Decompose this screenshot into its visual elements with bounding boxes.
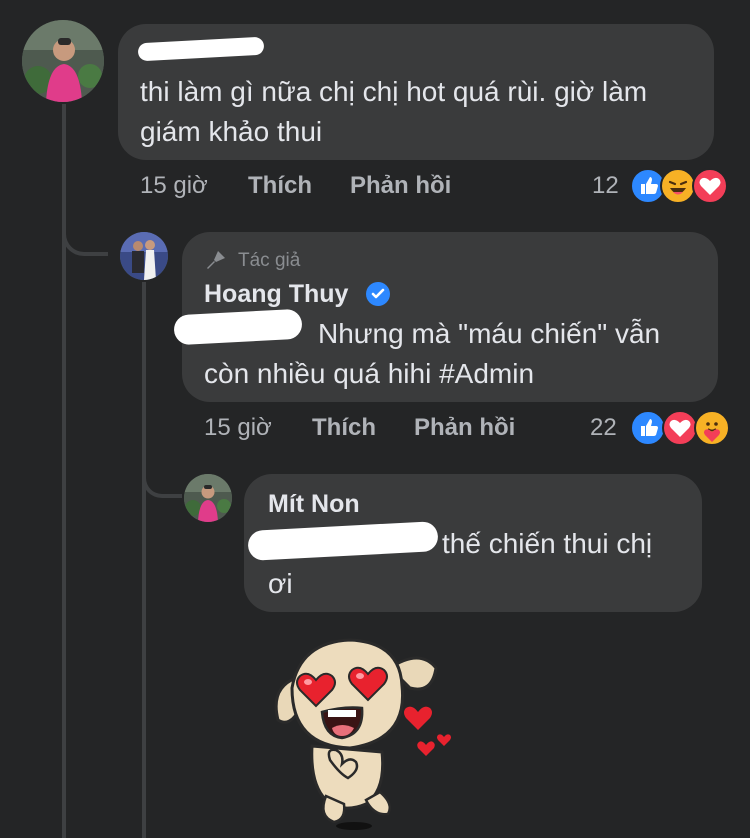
comment-thread: thi làm gì nữa chị chị hot quá rùi. giờ … bbox=[0, 0, 750, 838]
avatar[interactable] bbox=[22, 20, 104, 102]
commenter-name[interactable]: Mít Non bbox=[268, 490, 360, 519]
thread-line-branch-2 bbox=[142, 450, 182, 498]
comment-text-line-1: thế chiến thui chị bbox=[442, 528, 653, 559]
reaction-count[interactable]: 12 bbox=[592, 172, 619, 200]
love-icon[interactable] bbox=[662, 410, 698, 446]
verified-badge-icon bbox=[366, 282, 390, 306]
reply-button[interactable]: Phản hồi bbox=[414, 414, 515, 442]
comment-time[interactable]: 15 giờ bbox=[140, 172, 208, 200]
like-button[interactable]: Thích bbox=[312, 414, 376, 442]
care-icon[interactable] bbox=[694, 410, 730, 446]
thread-line-sub bbox=[142, 282, 146, 838]
like-button[interactable]: Thích bbox=[248, 172, 312, 200]
author-badge: Tác giả bbox=[238, 250, 301, 271]
avatar-photo bbox=[120, 232, 168, 280]
avatar-photo bbox=[184, 474, 232, 522]
redacted-name bbox=[137, 36, 265, 62]
dog-hearts-sticker[interactable] bbox=[270, 628, 470, 838]
thread-line-branch-1 bbox=[62, 200, 108, 256]
comment-text-line-2: giám khảo thui bbox=[140, 116, 323, 147]
comment-bubble[interactable]: Mít Non thế chiến thui chị ơi bbox=[244, 474, 702, 612]
avatar[interactable] bbox=[184, 474, 232, 522]
reply-button[interactable]: Phản hồi bbox=[350, 172, 451, 200]
comment-text-line-2: còn nhiều quá hihi #Admin bbox=[204, 358, 535, 389]
haha-icon[interactable] bbox=[660, 168, 696, 204]
redacted-mention bbox=[173, 308, 303, 346]
redacted-mention bbox=[247, 521, 439, 561]
avatar[interactable] bbox=[120, 232, 168, 280]
commenter-name[interactable]: Hoang Thuy bbox=[204, 280, 348, 309]
love-icon[interactable] bbox=[692, 168, 728, 204]
like-icon[interactable] bbox=[630, 410, 666, 446]
avatar-photo bbox=[22, 20, 104, 102]
comment-bubble[interactable]: thi làm gì nữa chị chị hot quá rùi. giờ … bbox=[118, 24, 714, 160]
microphone-icon bbox=[207, 251, 225, 269]
comment-time[interactable]: 15 giờ bbox=[204, 414, 272, 442]
comment-text-line-1: thi làm gì nữa chị chị hot quá rùi. giờ … bbox=[140, 76, 648, 107]
comment-text-line-2: ơi bbox=[268, 568, 293, 599]
comment-text-line-1: Nhưng mà "máu chiến" vẫn bbox=[318, 318, 661, 349]
comment-bubble[interactable]: Tác giả Hoang Thuy Nhưng mà "máu chiến" … bbox=[173, 232, 718, 402]
reaction-count[interactable]: 22 bbox=[590, 414, 617, 442]
